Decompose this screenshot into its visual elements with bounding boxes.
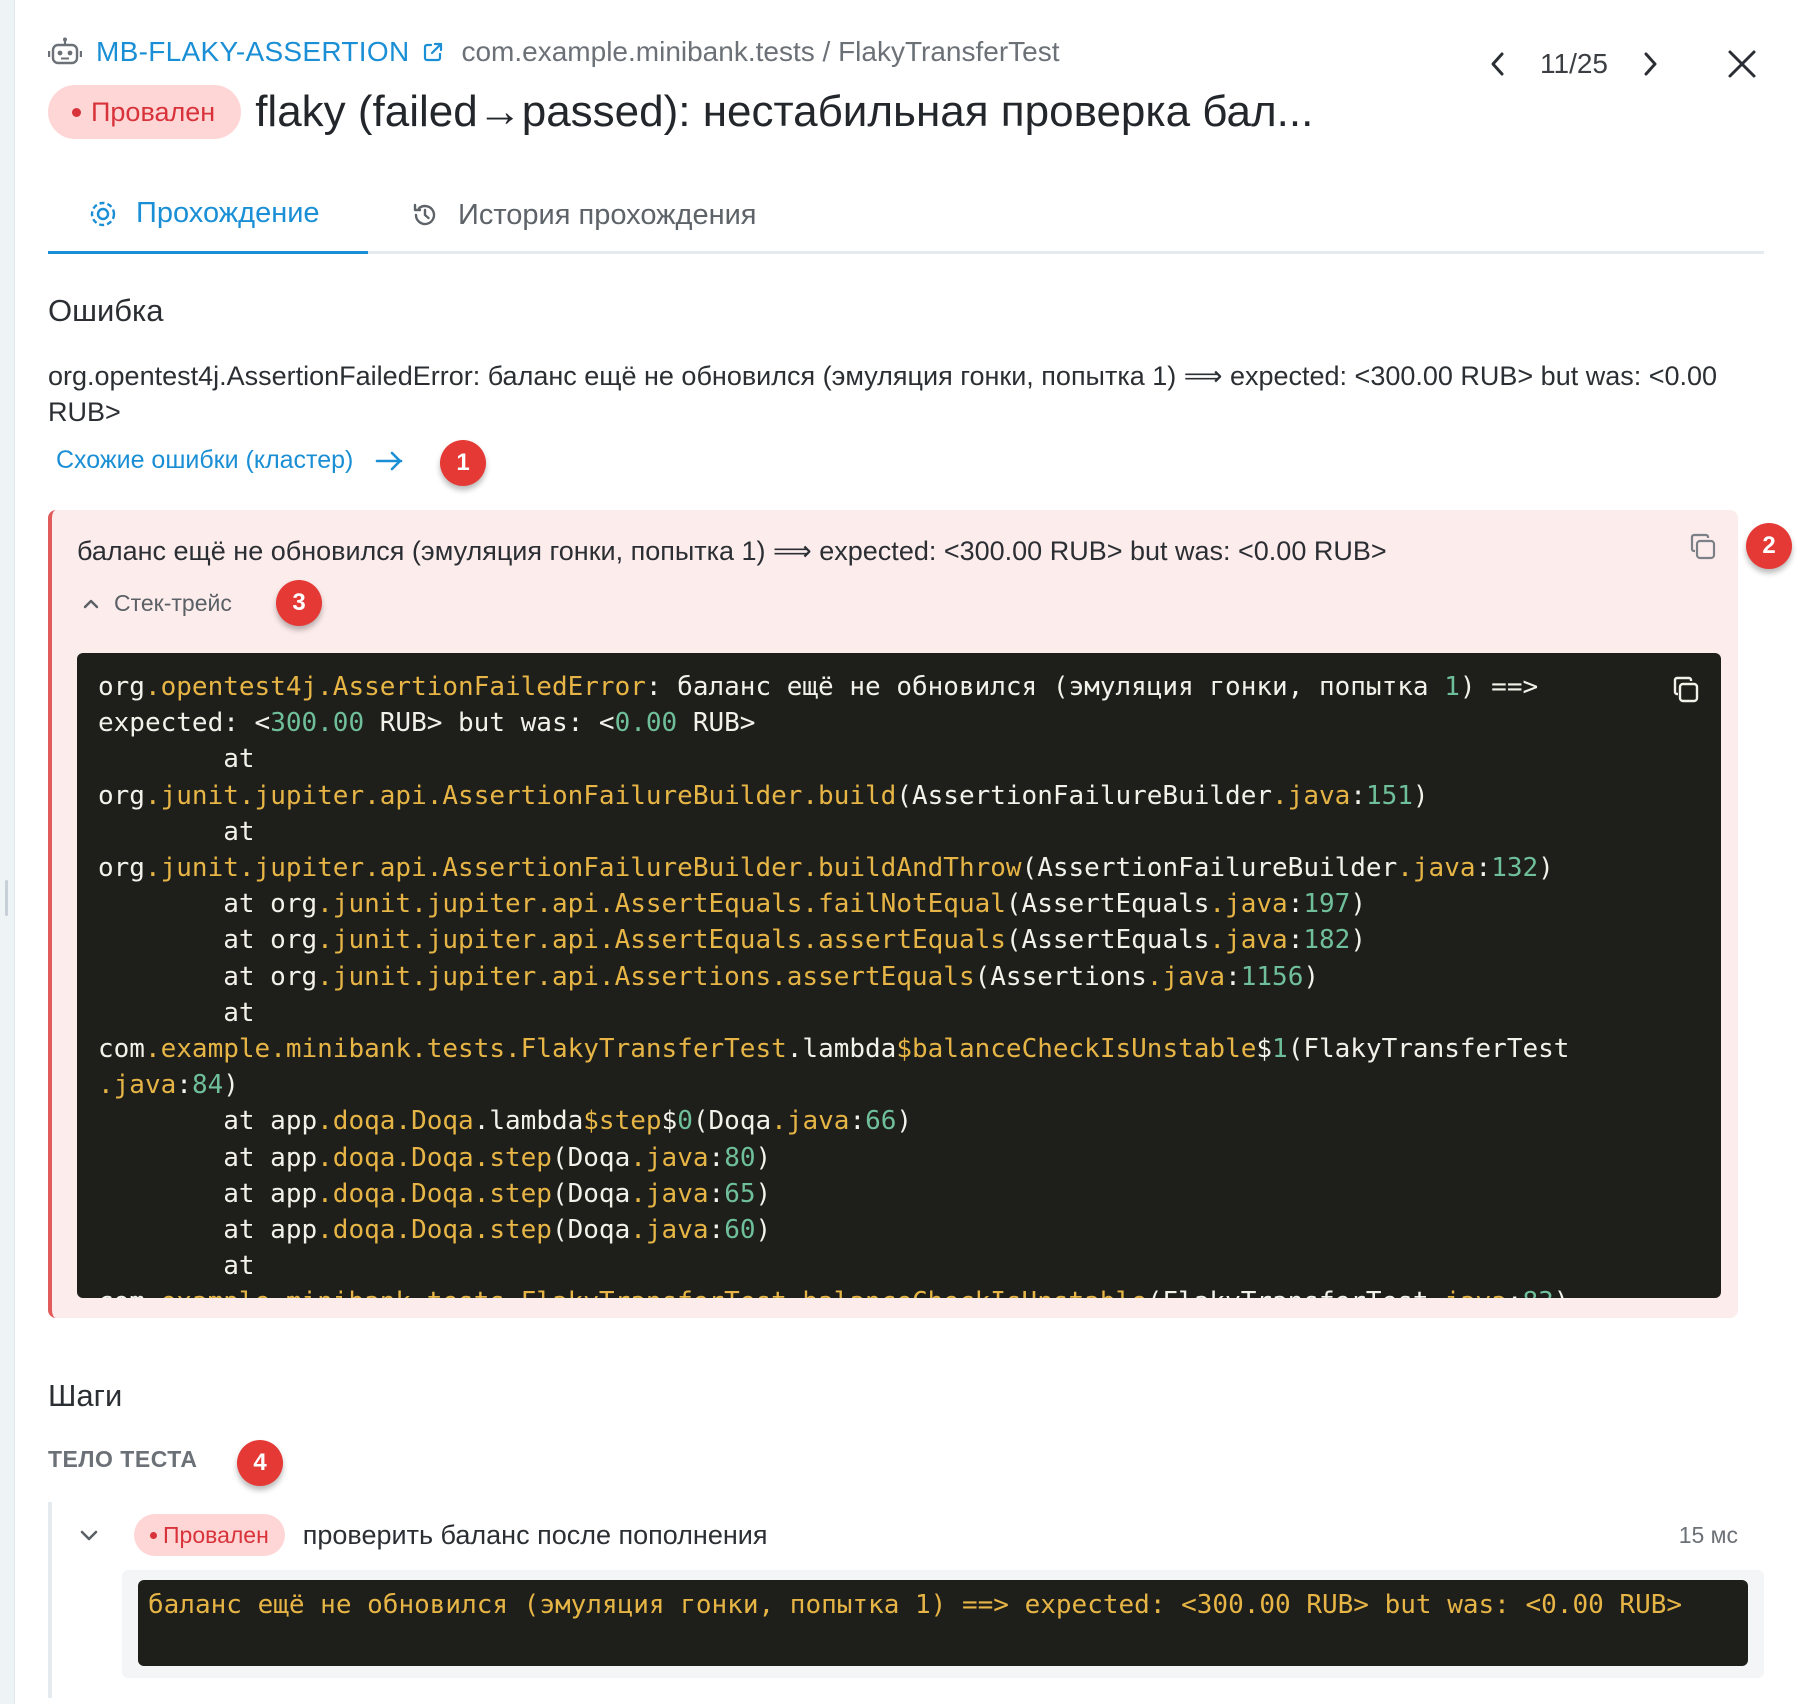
- error-message: баланс ещё не обновился (эмуляция гонки,…: [77, 536, 1387, 566]
- test-identity: MB-FLAKY-ASSERTION com.example.minibank.…: [48, 34, 1060, 70]
- tab-bar: Прохождение История прохождения: [48, 176, 1764, 254]
- error-summary: org.opentest4j.AssertionFailedError: бал…: [48, 361, 1718, 427]
- step-item[interactable]: Провален проверить баланс после пополнен…: [74, 1510, 1764, 1560]
- annotation-badge-1: 1: [440, 440, 486, 486]
- copy-icon[interactable]: [1688, 532, 1718, 562]
- annotation-badge-4: 4: [237, 1440, 283, 1486]
- stack-trace-label: Стек-трейс: [114, 590, 232, 616]
- step-error-container: баланс ещё не обновился (эмуляция гонки,…: [122, 1570, 1764, 1678]
- step-status-badge: Провален: [134, 1514, 285, 1556]
- history-icon: [413, 203, 436, 226]
- similar-errors-link[interactable]: Схожие ошибки (кластер): [56, 446, 405, 475]
- step-duration: 15 мс: [1678, 1521, 1738, 1548]
- page-title: flaky (failed→passed): нестабильная пров…: [255, 87, 1314, 136]
- step-status-label: Провален: [163, 1521, 269, 1548]
- chevron-left-icon: [1491, 52, 1504, 76]
- tab-run-label: Прохождение: [136, 197, 320, 229]
- status-dot: [150, 1531, 157, 1539]
- chevron-right-icon: [1644, 52, 1657, 76]
- annotation-badge-3: 3: [276, 580, 322, 626]
- annotation-badge-2: 2: [1746, 523, 1792, 569]
- result-counter: 11/25: [1540, 48, 1608, 79]
- close-button[interactable]: [1720, 42, 1764, 86]
- test-body-label: ТЕЛО ТЕСТА: [48, 1446, 198, 1472]
- robot-icon: [48, 37, 82, 65]
- result-navigation: 11/25: [1478, 44, 1764, 84]
- steps-section-title: Шаги: [48, 1378, 123, 1413]
- chevron-down-icon: [80, 1530, 98, 1541]
- title-row: Провален flaky (failed→passed): нестабил…: [48, 84, 1313, 140]
- external-link-icon[interactable]: [421, 40, 445, 64]
- left-panel-edge: [0, 0, 15, 1704]
- tab-run[interactable]: Прохождение: [48, 176, 368, 254]
- step-error-code[interactable]: баланс ещё не обновился (эмуляция гонки,…: [138, 1580, 1748, 1666]
- test-key-link[interactable]: MB-FLAKY-ASSERTION: [96, 36, 409, 68]
- next-result-button[interactable]: [1630, 44, 1670, 84]
- resize-handle[interactable]: [5, 880, 8, 916]
- stack-trace-toggle[interactable]: Стек-трейс: [82, 590, 232, 617]
- step-expand-toggle[interactable]: [74, 1520, 104, 1550]
- copy-icon[interactable]: [1671, 675, 1701, 705]
- arrow-right-icon: [376, 451, 403, 470]
- close-icon: [1728, 50, 1756, 78]
- status-dot: [72, 107, 81, 117]
- tab-history-label: История прохождения: [458, 198, 757, 231]
- run-icon: [90, 201, 116, 226]
- stack-trace-code[interactable]: org.opentest4j.AssertionFailedError: бал…: [77, 653, 1721, 1298]
- stack-trace-text: org.opentest4j.AssertionFailedError: бал…: [98, 672, 1570, 1298]
- step-tree-rail: [48, 1502, 52, 1698]
- prev-result-button[interactable]: [1478, 44, 1518, 84]
- error-details-box: баланс ещё не обновился (эмуляция гонки,…: [48, 510, 1738, 1318]
- test-result-panel: MB-FLAKY-ASSERTION com.example.minibank.…: [48, 0, 1792, 1704]
- status-label: Провален: [91, 96, 216, 127]
- status-badge: Провален: [48, 85, 242, 139]
- test-path: com.example.minibank.tests / FlakyTransf…: [461, 36, 1060, 67]
- step-name: проверить баланс после пополнения: [302, 1519, 768, 1550]
- error-section-title: Ошибка: [48, 293, 164, 328]
- tab-history[interactable]: История прохождения: [410, 176, 757, 254]
- chevron-up-icon: [83, 599, 99, 608]
- similar-errors-label: Схожие ошибки (кластер): [56, 446, 354, 474]
